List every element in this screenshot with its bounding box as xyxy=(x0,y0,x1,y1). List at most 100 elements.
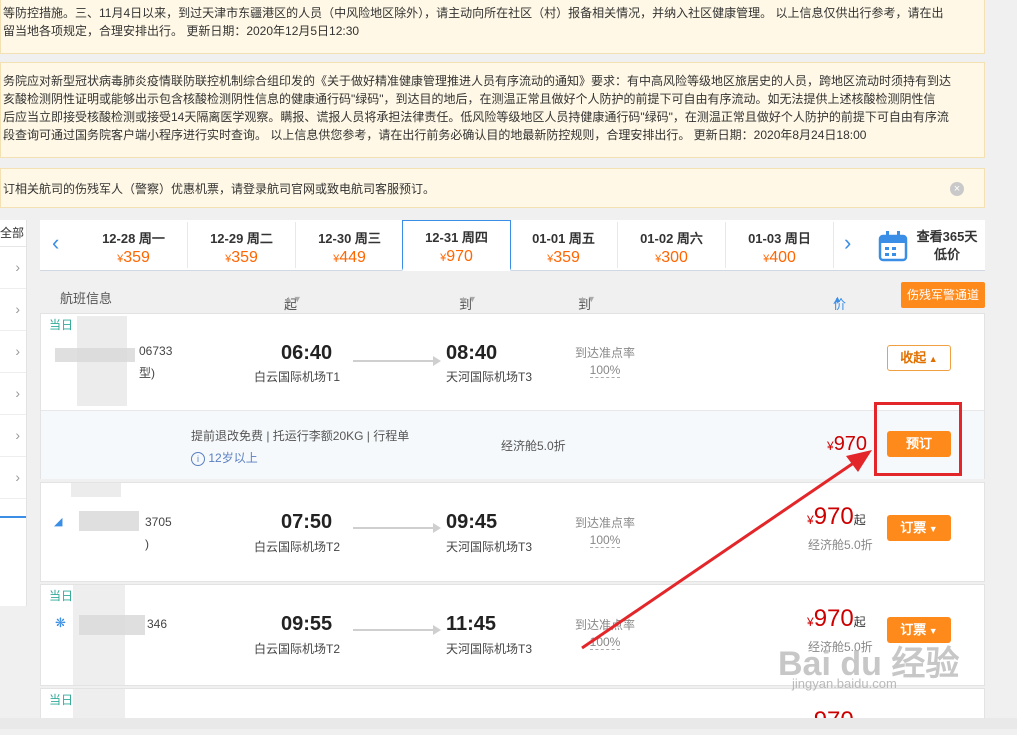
ontime-label: 到达准点率 xyxy=(575,516,636,530)
date-label: 12-28 周一 xyxy=(102,231,165,246)
filter-sidebar: 全部 › › › › › › xyxy=(0,220,27,606)
header-flight-info: 航班信息 xyxy=(60,291,113,306)
veteran-notice: 订相关航司的伤残军人（警察）优惠机票，请登录航司官网或致电航司客服预订。 × xyxy=(0,168,985,208)
price-value: 400 xyxy=(769,249,796,266)
date-price: ¥970 xyxy=(403,248,510,266)
book-label: 订票 xyxy=(900,622,927,637)
low-price-calendar[interactable]: 查看365天 低价 xyxy=(878,226,978,266)
price-value: 359 xyxy=(123,249,150,266)
lowest-price: ¥970起 xyxy=(807,503,866,531)
cabin-class: 经济舱5.0折 xyxy=(808,538,873,552)
book-label: 订票 xyxy=(900,520,927,535)
filter-all[interactable]: 全部 xyxy=(0,220,26,247)
date-label: 12-31 周四 xyxy=(425,230,488,245)
flight-card: 当日 06733 型) 06:40 白云国际机场T1 08:40 天河国际机场T… xyxy=(40,313,985,479)
date-label: 12-29 周二 xyxy=(210,231,273,246)
calendar-label: 低价 xyxy=(933,247,960,262)
notice-text: 后应当立即接受核酸检测或接受14天隔离医学观察。瞒报、谎报人员将承担法律责任。低… xyxy=(3,110,949,124)
airline-icon: ❋ xyxy=(55,615,66,630)
arrive-airport: 天河国际机场T3 xyxy=(446,370,533,384)
date-tab[interactable]: 12-29 周二 ¥359 xyxy=(188,222,296,268)
date-tab[interactable]: 01-01 周五 ¥359 xyxy=(510,222,618,268)
book-ticket-button[interactable]: 订票 ▼ xyxy=(887,515,951,541)
notice-text: 订相关航司的伤残军人（警察）优惠机票，请登录航司官网或致电航司客服预订。 xyxy=(3,182,436,196)
age-limit: i 12岁以上 xyxy=(191,449,258,466)
flight-number: 06733 xyxy=(139,344,173,358)
aircraft-type: 型) xyxy=(139,366,155,380)
fare-tags: 提前退改免费 | 托运行李额20KG | 行程单 xyxy=(191,429,410,443)
chevron-left-icon[interactable]: ‹ xyxy=(52,230,59,256)
ontime-rate: 到达准点率 100% xyxy=(575,344,635,378)
blurred-region xyxy=(73,585,125,685)
depart-airport: 白云国际机场T2 xyxy=(254,540,341,554)
depart-time: 06:40 xyxy=(281,342,333,364)
date-price: ¥359 xyxy=(510,249,617,267)
date-tab[interactable]: 01-02 周六 ¥300 xyxy=(618,222,726,268)
close-icon[interactable]: × xyxy=(950,182,964,196)
arrive-airport: 天河国际机场T3 xyxy=(446,642,533,656)
calendar-label: 查看365天 xyxy=(916,229,978,244)
depart-time: 07:50 xyxy=(281,511,333,533)
age-label: 12岁以上 xyxy=(208,451,258,465)
lowest-price: ¥970起 xyxy=(807,605,866,633)
highlight-box xyxy=(874,402,962,476)
fare-row: 提前退改免费 | 托运行李额20KG | 行程单 i 12岁以上 经济舱5.0折… xyxy=(41,410,984,479)
date-price: ¥300 xyxy=(618,249,725,267)
chevron-right-icon[interactable]: › xyxy=(0,289,26,331)
date-tab[interactable]: 12-28 周一 ¥359 xyxy=(80,222,188,268)
ontime-value: 100% xyxy=(589,363,621,378)
chevron-right-icon[interactable]: › xyxy=(0,331,26,373)
date-selector: ‹ 12-28 周一 ¥359 12-29 周二 ¥359 12-30 周三 ¥449 12… xyxy=(40,220,985,271)
notice-text: 段查询可通过国务院客户端小程序进行实时查询。 以上信息供您参考，请在出行前务必确… xyxy=(3,128,867,142)
route-arrow xyxy=(353,625,441,635)
arrive-time: 09:45 xyxy=(446,511,498,533)
price-value: 300 xyxy=(661,249,688,266)
price-value: 359 xyxy=(231,249,258,266)
ontime-value: 100% xyxy=(589,635,621,650)
info-icon: i xyxy=(191,452,205,466)
route-arrow xyxy=(353,523,441,533)
date-label: 01-03 周日 xyxy=(748,231,811,246)
currency-symbol: ¥ xyxy=(807,615,814,629)
notice-text: 亥酸检测阴性证明或能够出示包含核酸检测阴性信息的健康通行码"绿码"，到达目的地后… xyxy=(3,92,936,106)
sort-up-icon: ▲ xyxy=(833,294,842,304)
same-day-tag: 当日 xyxy=(49,589,74,603)
ontime-label: 到达准点率 xyxy=(575,618,636,632)
date-price: ¥359 xyxy=(80,249,187,267)
chevron-right-icon[interactable]: › xyxy=(844,230,851,256)
ontime-rate: 到达准点率 100% xyxy=(575,514,635,548)
status-bar xyxy=(0,718,1017,729)
flight-number: 3705 xyxy=(145,515,172,529)
chevron-right-icon[interactable]: › xyxy=(0,457,26,499)
same-day-tag: 当日 xyxy=(49,693,74,707)
date-label: 01-02 周六 xyxy=(640,231,703,246)
flight-number: 346 xyxy=(147,617,168,631)
calendar-icon xyxy=(878,231,908,262)
price-value: 970 xyxy=(813,605,854,632)
depart-time: 09:55 xyxy=(281,613,333,635)
sort-icon: ▲▼ xyxy=(284,294,302,304)
depart-airport: 白云国际机场T2 xyxy=(254,642,341,656)
blurred-region xyxy=(77,316,127,406)
currency-symbol: ¥ xyxy=(807,513,814,527)
watermark-url: jingyan.baidu.com xyxy=(792,676,897,691)
date-label: 01-01 周五 xyxy=(532,231,595,246)
sort-icon: ▲▼ xyxy=(578,294,596,304)
airline-logo xyxy=(79,615,145,635)
veteran-channel-button[interactable]: 伤残军警通道 xyxy=(901,282,985,308)
ontime-label: 到达准点率 xyxy=(575,346,636,360)
collapse-label: 收起 xyxy=(900,350,927,365)
airline-icon: ◢ xyxy=(54,516,63,528)
collapse-button[interactable]: 收起 ▲ xyxy=(887,345,951,371)
same-day-tag: 当日 xyxy=(49,318,74,332)
chevron-right-icon[interactable]: › xyxy=(0,373,26,415)
divider xyxy=(0,516,26,518)
chevron-right-icon[interactable]: › xyxy=(0,247,26,289)
depart-airport: 白云国际机场T1 xyxy=(254,370,341,384)
date-tab[interactable]: 12-30 周三 ¥449 xyxy=(296,222,404,268)
arrive-airport: 天河国际机场T3 xyxy=(446,540,533,554)
chevron-right-icon[interactable]: › xyxy=(0,415,26,457)
date-tab[interactable]: 01-03 周日 ¥400 xyxy=(726,222,834,268)
date-tab[interactable]: 12-31 周四 ¥970 xyxy=(402,220,511,271)
airline-logo xyxy=(79,511,139,531)
